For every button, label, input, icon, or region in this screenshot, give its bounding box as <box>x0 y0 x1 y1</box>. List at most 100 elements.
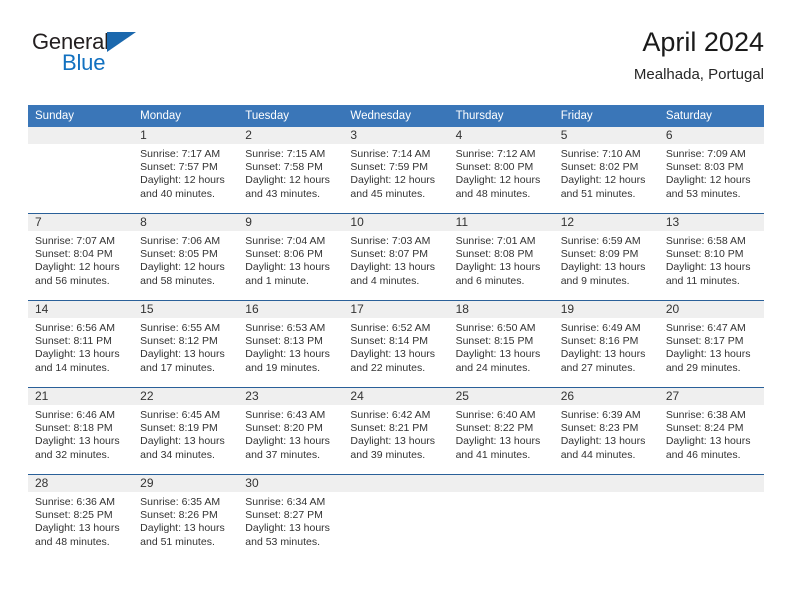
sunset-text: Sunset: 8:07 PM <box>350 248 429 261</box>
day-details <box>343 492 448 496</box>
day-number <box>28 127 134 144</box>
day-cell-inner: 11 Sunrise: 7:01 AM Sunset: 8:08 PM Dayligh… <box>448 214 554 300</box>
logo-triangle-icon <box>107 32 136 52</box>
sunset-text: Sunset: 8:11 PM <box>35 335 112 348</box>
daylight-text-line2: and 56 minutes. <box>35 274 110 287</box>
day-details: Sunrise: 6:40 AM Sunset: 8:22 PM Daylight:… <box>449 405 554 462</box>
sunrise-text: Sunrise: 7:17 AM <box>140 148 221 160</box>
daylight-text-line2: and 37 minutes. <box>245 448 320 461</box>
sunset-text: Sunset: 8:00 PM <box>455 161 534 174</box>
calendar-day-cell[interactable]: 3 Sunrise: 7:14 AM Sunset: 7:59 PM Daylight… <box>343 127 449 214</box>
calendar-week-row: 21 Sunrise: 6:46 AM Sunset: 8:18 PM Dayligh… <box>28 387 764 475</box>
day-cell-inner: 28 Sunrise: 6:36 AM Sunset: 8:25 PM Dayligh… <box>28 475 134 561</box>
calendar-week-row: 14 Sunrise: 6:56 AM Sunset: 8:11 PM Dayligh… <box>28 300 764 388</box>
calendar-day-cell[interactable]: 12 Sunrise: 6:59 AM Sunset: 8:09 PM Dayligh… <box>553 213 659 301</box>
sunrise-text: Sunrise: 6:56 AM <box>35 322 115 334</box>
day-cell-inner: 24 Sunrise: 6:42 AM Sunset: 8:21 PM Dayligh… <box>343 388 449 474</box>
day-details <box>554 492 659 496</box>
day-cell-inner: 20 Sunrise: 6:47 AM Sunset: 8:17 PM Dayligh… <box>658 301 764 387</box>
weekday-header-saturday: Saturday <box>658 105 764 127</box>
daylight-text-line2: and 51 minutes. <box>560 187 636 200</box>
day-cell-inner: 15 Sunrise: 6:55 AM Sunset: 8:12 PM Dayligh… <box>133 301 239 387</box>
sunrise-text: Sunrise: 7:07 AM <box>35 235 115 247</box>
day-details: Sunrise: 6:56 AM Sunset: 8:11 PM Daylight:… <box>28 318 133 375</box>
sunrise-text: Sunrise: 7:14 AM <box>350 148 431 160</box>
day-number: 23 <box>238 388 344 405</box>
weekday-header-monday: Monday <box>133 105 239 127</box>
calendar-day-cell[interactable]: 20 Sunrise: 6:47 AM Sunset: 8:17 PM Dayligh… <box>658 300 764 388</box>
day-number: 12 <box>553 214 659 231</box>
calendar-week-row: 28 Sunrise: 6:36 AM Sunset: 8:25 PM Dayligh… <box>28 474 764 561</box>
calendar-day-cell[interactable]: 18 Sunrise: 6:50 AM Sunset: 8:15 PM Dayligh… <box>448 300 554 388</box>
title-block: April 2024 Mealhada, Portugal <box>634 26 764 85</box>
calendar-day-cell[interactable]: 29 Sunrise: 6:35 AM Sunset: 8:26 PM Dayligh… <box>133 474 239 561</box>
day-details <box>659 492 764 496</box>
daylight-text-line2: and 46 minutes. <box>665 448 741 461</box>
day-details: Sunrise: 6:53 AM Sunset: 8:13 PM Daylight:… <box>238 318 343 375</box>
day-number: 11 <box>448 214 554 231</box>
daylight-text-line1: Daylight: 12 hours <box>140 174 225 187</box>
daylight-text-line1: Daylight: 12 hours <box>140 261 225 274</box>
calendar-day-cell[interactable]: 22 Sunrise: 6:45 AM Sunset: 8:19 PM Dayligh… <box>133 387 239 475</box>
calendar-day-cell[interactable]: 5 Sunrise: 7:10 AM Sunset: 8:02 PM Daylight… <box>553 127 659 214</box>
page-header: General Blue April 2024 Mealhada, Portug… <box>28 26 764 98</box>
day-details: Sunrise: 7:06 AM Sunset: 8:05 PM Daylight:… <box>133 231 238 288</box>
calendar-day-cell[interactable]: 1 Sunrise: 7:17 AM Sunset: 7:57 PM Daylight… <box>133 127 239 214</box>
day-number <box>343 475 449 492</box>
daylight-text-line1: Daylight: 12 hours <box>560 174 646 187</box>
day-number: 24 <box>343 388 449 405</box>
sunset-text: Sunset: 8:06 PM <box>245 248 323 261</box>
calendar-day-cell[interactable]: 14 Sunrise: 6:56 AM Sunset: 8:11 PM Dayligh… <box>28 300 134 388</box>
calendar-day-cell[interactable]: 7 Sunrise: 7:07 AM Sunset: 8:04 PM Daylight… <box>28 213 134 301</box>
calendar-day-cell[interactable]: 4 Sunrise: 7:12 AM Sunset: 8:00 PM Daylight… <box>448 127 554 214</box>
daylight-text-line1: Daylight: 13 hours <box>350 261 436 274</box>
daylight-text-line1: Daylight: 13 hours <box>350 348 436 361</box>
calendar-day-cell[interactable]: 19 Sunrise: 6:49 AM Sunset: 8:16 PM Dayligh… <box>553 300 659 388</box>
calendar-day-cell[interactable]: 10 Sunrise: 7:03 AM Sunset: 8:07 PM Dayligh… <box>343 213 449 301</box>
calendar-day-cell[interactable]: 6 Sunrise: 7:09 AM Sunset: 8:03 PM Daylight… <box>658 127 764 214</box>
sunset-text: Sunset: 8:20 PM <box>245 422 323 435</box>
calendar-day-cell[interactable]: 11 Sunrise: 7:01 AM Sunset: 8:08 PM Dayligh… <box>448 213 554 301</box>
calendar-day-cell[interactable]: 16 Sunrise: 6:53 AM Sunset: 8:13 PM Dayligh… <box>238 300 344 388</box>
calendar-day-cell[interactable]: 9 Sunrise: 7:04 AM Sunset: 8:06 PM Daylight… <box>238 213 344 301</box>
calendar-day-cell[interactable]: 21 Sunrise: 6:46 AM Sunset: 8:18 PM Dayligh… <box>28 387 134 475</box>
calendar-day-cell[interactable]: 26 Sunrise: 6:39 AM Sunset: 8:23 PM Dayligh… <box>553 387 659 475</box>
calendar-day-cell[interactable]: 28 Sunrise: 6:36 AM Sunset: 8:25 PM Dayligh… <box>28 474 134 561</box>
daylight-text-line1: Daylight: 13 hours <box>455 435 541 448</box>
sunset-text: Sunset: 8:15 PM <box>455 335 534 348</box>
logo-text-blue: Blue <box>62 50 106 75</box>
calendar-day-cell[interactable]: 8 Sunrise: 7:06 AM Sunset: 8:05 PM Daylight… <box>133 213 239 301</box>
sunset-text: Sunset: 8:23 PM <box>560 422 639 435</box>
daylight-text-line1: Daylight: 13 hours <box>245 261 330 274</box>
sunset-text: Sunset: 8:21 PM <box>350 422 429 435</box>
weekday-header-wednesday: Wednesday <box>343 105 449 127</box>
calendar-day-cell[interactable]: 13 Sunrise: 6:58 AM Sunset: 8:10 PM Dayligh… <box>658 213 764 301</box>
calendar-day-cell[interactable]: 2 Sunrise: 7:15 AM Sunset: 7:58 PM Daylight… <box>238 127 344 214</box>
calendar-day-cell[interactable]: 24 Sunrise: 6:42 AM Sunset: 8:21 PM Dayligh… <box>343 387 449 475</box>
sunset-text: Sunset: 8:18 PM <box>35 422 113 435</box>
sunset-text: Sunset: 7:58 PM <box>245 161 323 174</box>
sunset-text: Sunset: 8:25 PM <box>35 509 113 522</box>
day-details: Sunrise: 7:09 AM Sunset: 8:03 PM Daylight:… <box>659 144 764 201</box>
sunrise-text: Sunrise: 6:46 AM <box>35 409 115 421</box>
day-details: Sunrise: 6:34 AM Sunset: 8:27 PM Daylight:… <box>238 492 343 549</box>
calendar-day-cell[interactable]: 27 Sunrise: 6:38 AM Sunset: 8:24 PM Dayligh… <box>658 387 764 475</box>
day-cell-inner: 16 Sunrise: 6:53 AM Sunset: 8:13 PM Dayligh… <box>238 301 344 387</box>
sunrise-text: Sunrise: 7:12 AM <box>455 148 536 160</box>
calendar-day-cell[interactable]: 25 Sunrise: 6:40 AM Sunset: 8:22 PM Dayligh… <box>448 387 554 475</box>
day-number: 20 <box>658 301 764 318</box>
day-number: 3 <box>343 127 449 144</box>
calendar-day-cell[interactable]: 23 Sunrise: 6:43 AM Sunset: 8:20 PM Dayligh… <box>238 387 344 475</box>
day-details: Sunrise: 6:38 AM Sunset: 8:24 PM Daylight:… <box>659 405 764 462</box>
calendar-day-cell[interactable]: 30 Sunrise: 6:34 AM Sunset: 8:27 PM Dayligh… <box>238 474 344 561</box>
day-number: 19 <box>553 301 659 318</box>
day-number: 27 <box>658 388 764 405</box>
day-number: 25 <box>448 388 554 405</box>
day-details: Sunrise: 6:50 AM Sunset: 8:15 PM Daylight:… <box>449 318 554 375</box>
general-blue-logo[interactable]: General Blue <box>32 30 172 82</box>
sunrise-text: Sunrise: 6:49 AM <box>560 322 641 334</box>
sunrise-text: Sunrise: 7:09 AM <box>665 148 746 160</box>
calendar-day-cell[interactable]: 15 Sunrise: 6:55 AM Sunset: 8:12 PM Dayligh… <box>133 300 239 388</box>
day-details: Sunrise: 7:17 AM Sunset: 7:57 PM Daylight:… <box>133 144 238 201</box>
calendar-day-cell[interactable]: 17 Sunrise: 6:52 AM Sunset: 8:14 PM Dayligh… <box>343 300 449 388</box>
